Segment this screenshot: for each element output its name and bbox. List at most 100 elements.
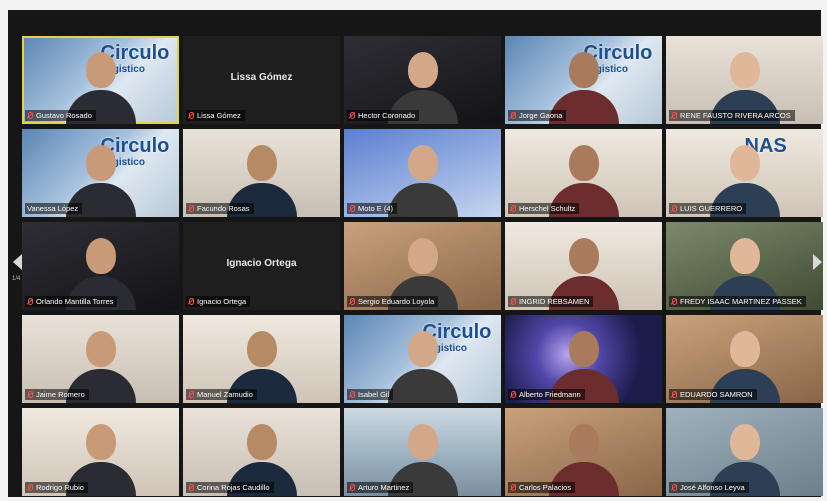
participant-name-label: Carlos Palacios — [508, 482, 576, 493]
mic-muted-icon — [27, 390, 33, 399]
mic-muted-icon — [27, 297, 33, 306]
participant-name-label: Orlando Mantilla Torres — [25, 296, 118, 307]
participant-head — [246, 424, 277, 460]
participant-name: EDUARDO SAMRON — [680, 390, 753, 399]
participant-tile[interactable]: Carlos Palacios — [505, 408, 662, 496]
next-page-button[interactable] — [812, 252, 822, 272]
participant-name-center: Ignacio Ortega — [226, 258, 297, 269]
mic-muted-icon — [349, 111, 355, 120]
participant-name: Moto E (4) — [358, 204, 394, 213]
participant-name-label: Hector Coronado — [347, 110, 420, 121]
participant-head — [568, 52, 599, 88]
participant-name-label: Alberto Friedmann — [508, 389, 585, 400]
mic-muted-icon — [349, 204, 355, 213]
participant-grid: Circulo Logistico Gustavo Rosado Lissa Góme… — [22, 36, 823, 496]
participant-body — [387, 183, 458, 217]
participant-tile[interactable]: Facundo Rosas — [183, 129, 340, 217]
mic-muted-icon — [671, 204, 677, 213]
participant-name: Herschel Schultz — [519, 204, 576, 213]
participant-name-label: RENE FAUSTO RIVERA ARCOS — [669, 110, 795, 121]
participant-name: Jaime Romero — [36, 390, 85, 399]
participant-name-label: Lissa Gómez — [186, 110, 245, 121]
participant-name-label: LUIS GUERRERO — [669, 203, 747, 214]
mic-muted-icon — [671, 297, 677, 306]
participant-tile[interactable]: Hector Coronado — [344, 36, 501, 124]
participant-name-label: José Alfonso Leyva — [669, 482, 749, 493]
participant-tile[interactable]: Circulo Logistico Isabel Gil — [344, 315, 501, 403]
participant-tile[interactable]: Jaime Romero — [22, 315, 179, 403]
participant-name-label: Jorge Gaona — [508, 110, 567, 121]
participant-head — [85, 331, 116, 367]
participant-name: Alberto Friedmann — [519, 390, 581, 399]
participant-tile[interactable]: Manuel Zamudio — [183, 315, 340, 403]
mic-muted-icon — [27, 483, 33, 492]
mic-muted-icon — [349, 390, 355, 399]
participant-name: LUIS GUERRERO — [680, 204, 743, 213]
mic-muted-icon — [188, 483, 194, 492]
participant-name-label: Sergio Eduardo Loyola — [347, 296, 439, 307]
participant-name: FREDY ISAAC MARTINEZ PASSEK — [680, 297, 802, 306]
participant-name-label: Isabel Gil — [347, 389, 394, 400]
participant-head — [246, 331, 277, 367]
participant-name: José Alfonso Leyva — [680, 483, 745, 492]
arrow-right-icon — [812, 254, 822, 270]
participant-name: Jorge Gaona — [519, 111, 563, 120]
participant-tile[interactable]: José Alfonso Leyva — [666, 408, 823, 496]
participant-tile[interactable]: EDUARDO SAMRON — [666, 315, 823, 403]
participant-name: Gustavo Rosado — [36, 111, 92, 120]
participant-name-label: Corina Rojas Caudillo — [186, 482, 274, 493]
participant-tile[interactable]: Alberto Friedmann — [505, 315, 662, 403]
participant-head — [729, 52, 760, 88]
participant-head — [729, 331, 760, 367]
mic-muted-icon — [188, 111, 194, 120]
participant-tile[interactable]: NAS LUIS GUERRERO — [666, 129, 823, 217]
participant-name: Facundo Rosas — [197, 204, 250, 213]
mic-muted-icon — [510, 483, 516, 492]
mic-muted-icon — [27, 111, 33, 120]
participant-name: Corina Rojas Caudillo — [197, 483, 270, 492]
participant-head — [729, 424, 760, 460]
participant-tile[interactable]: Herschel Schultz — [505, 129, 662, 217]
participant-tile[interactable]: Circulo Logistico Jorge Gaona — [505, 36, 662, 124]
participant-tile[interactable]: Ignacio Ortega Ignacio Ortega — [183, 222, 340, 310]
participant-name-label: Arturo Martinez — [347, 482, 414, 493]
participant-tile[interactable]: RENE FAUSTO RIVERA ARCOS — [666, 36, 823, 124]
mic-muted-icon — [188, 204, 194, 213]
participant-tile[interactable]: Moto E (4) — [344, 129, 501, 217]
participant-head — [85, 52, 116, 88]
participant-name: Ignacio Ortega — [197, 297, 247, 306]
participant-tile[interactable]: Rodrigo Rubio — [22, 408, 179, 496]
participant-head — [568, 424, 599, 460]
arrow-left-icon — [12, 254, 22, 270]
mic-muted-icon — [510, 297, 516, 306]
participant-name: Orlando Mantilla Torres — [36, 297, 114, 306]
participant-tile[interactable]: Sergio Eduardo Loyola — [344, 222, 501, 310]
participant-name: Carlos Palacios — [519, 483, 572, 492]
participant-name-label: Moto E (4) — [347, 203, 398, 214]
participant-tile[interactable]: Circulo Logistico Vanessa López — [22, 129, 179, 217]
participant-tile[interactable]: FREDY ISAAC MARTINEZ PASSEK — [666, 222, 823, 310]
participant-name: Rodrigo Rubio — [36, 483, 84, 492]
participant-head — [568, 238, 599, 274]
participant-tile[interactable]: Corina Rojas Caudillo — [183, 408, 340, 496]
mic-muted-icon — [510, 390, 516, 399]
participant-tile[interactable]: INGRID REBSAMEN — [505, 222, 662, 310]
participant-tile[interactable]: Arturo Martinez — [344, 408, 501, 496]
participant-name-label: EDUARDO SAMRON — [669, 389, 757, 400]
participant-name: RENE FAUSTO RIVERA ARCOS — [680, 111, 791, 120]
participant-name: Manuel Zamudio — [197, 390, 253, 399]
participant-head — [407, 331, 438, 367]
previous-page-button[interactable] — [12, 252, 22, 272]
participant-name-label: Rodrigo Rubio — [25, 482, 88, 493]
participant-name-label: Ignacio Ortega — [186, 296, 251, 307]
participant-name-label: FREDY ISAAC MARTINEZ PASSEK — [669, 296, 806, 307]
mic-muted-icon — [671, 111, 677, 120]
participant-name: Hector Coronado — [358, 111, 416, 120]
participant-tile[interactable]: Circulo Logistico Gustavo Rosado — [22, 36, 179, 124]
mic-muted-icon — [671, 483, 677, 492]
mic-muted-icon — [510, 111, 516, 120]
participant-tile[interactable]: Orlando Mantilla Torres — [22, 222, 179, 310]
participant-tile[interactable]: Lissa Gómez Lissa Gómez — [183, 36, 340, 124]
participant-name-label: Gustavo Rosado — [25, 110, 96, 121]
participant-name: Isabel Gil — [358, 390, 390, 399]
